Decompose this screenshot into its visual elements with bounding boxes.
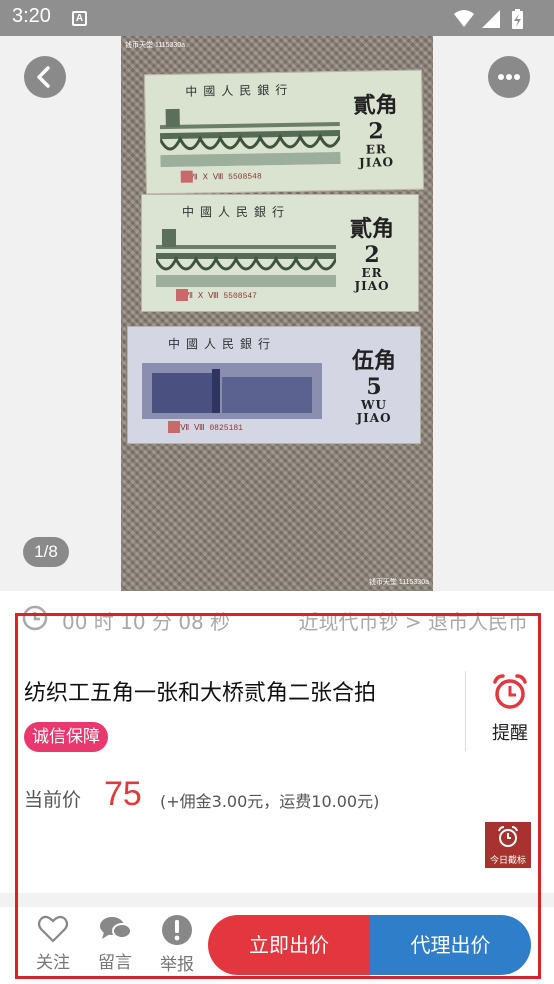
category-breadcrumb[interactable]: 近现代币钞 > 退市人民币 [299, 606, 528, 635]
price-row: 当前价 75 (+佣金3.00元，运费10.00元) [24, 775, 444, 817]
alarm-clock-icon [493, 674, 527, 709]
follow-button[interactable]: 关注 [26, 914, 80, 974]
bridge-illustration [156, 229, 336, 287]
vertical-divider [465, 671, 466, 751]
price-fees: (+佣金3.00元，运费10.00元) [160, 792, 380, 811]
heart-icon [37, 915, 69, 943]
trust-guarantee-badge[interactable]: 诚信保障 [24, 722, 108, 752]
chat-bubbles-icon [100, 917, 132, 939]
wifi-icon [454, 10, 474, 27]
textile-worker-illustration [142, 363, 322, 419]
status-time: 3:20 [12, 5, 51, 27]
follow-label: 关注 [36, 953, 70, 973]
countdown-row: 00 时 10 分 08 秒 近现代币钞 > 退市人民币 [22, 605, 534, 634]
remind-label: 提醒 [492, 723, 528, 744]
auction-info: 00 时 10 分 08 秒 近现代币钞 > 退市人民币 纺织工五角一张和大桥贰… [0, 591, 554, 907]
report-label: 举报 [160, 955, 194, 975]
signal-icon [482, 10, 500, 28]
more-button[interactable] [488, 56, 530, 98]
section-divider [0, 893, 554, 907]
countdown-timer: 00 时 10 分 08 秒 [62, 610, 231, 634]
back-button[interactable] [24, 56, 66, 98]
note-bank-name: 中國人民銀行 [168, 337, 277, 351]
seal-icon [180, 170, 193, 183]
auction-detail-page: 3:20 A 钱币天堂 1115330a 中國人民銀行 貳角 2 ER JIAO… [0, 0, 554, 984]
battery-charging-icon [512, 9, 523, 29]
chevron-left-icon [37, 66, 50, 88]
note-bank-name: 中國人民銀行 [185, 82, 294, 99]
bid-now-button[interactable]: 立即出价 [208, 915, 370, 975]
banknote-photo[interactable]: 钱币天堂 1115330a 中國人民銀行 貳角 2 ER JIAO Ⅶ Ⅹ Ⅷ … [121, 36, 433, 591]
current-price-label: 当前价 [24, 789, 82, 811]
banknote-er-jiao-1: 中國人民銀行 貳角 2 ER JIAO Ⅶ Ⅹ Ⅷ 5508548 [143, 69, 425, 195]
note-serial: Ⅶ Ⅹ Ⅷ 5508547 [184, 292, 257, 301]
today-deadline-label: 今日截标 [489, 856, 526, 866]
banknote-wu-jiao: 中國人民銀行 伍角 5 WU JIAO Ⅴ Ⅶ Ⅷ 0825181 [127, 326, 421, 444]
more-horizontal-icon [498, 74, 520, 80]
proxy-bid-button[interactable]: 代理出价 [370, 915, 531, 975]
seal-icon [176, 289, 188, 301]
a-indicator-icon: A [72, 11, 87, 26]
comment-label: 留言 [98, 953, 132, 973]
bottom-action-bar: 关注 留言 举报 立即出价 代理出价 [0, 907, 554, 984]
note-serial: Ⅴ Ⅶ Ⅷ 0825181 [170, 424, 243, 433]
photo-watermark: 钱币天堂 1115330a [125, 42, 186, 49]
exclamation-icon [162, 915, 192, 945]
today-deadline-badge[interactable]: 今日截标 [485, 822, 531, 868]
seal-icon [168, 421, 180, 433]
status-bar: 3:20 A [0, 0, 554, 36]
note-denomination: 貳角 2 ER JIAO [349, 216, 394, 293]
banknote-er-jiao-2: 中國人民銀行 貳角 2 ER JIAO Ⅶ Ⅹ Ⅷ 5508547 [141, 194, 419, 312]
note-denomination: 伍角 5 WU JIAO [351, 348, 396, 425]
clock-icon [22, 605, 48, 631]
report-button[interactable]: 举报 [150, 914, 204, 975]
bridge-illustration [159, 108, 341, 168]
note-serial: Ⅶ Ⅹ Ⅷ 5508548 [188, 172, 262, 183]
status-icons [454, 9, 523, 29]
current-price-value: 75 [104, 775, 142, 813]
photo-watermark-bottom: 钱币天堂 1115330a [368, 579, 429, 586]
item-title: 纺织工五角一张和大桥贰角二张合拍 [24, 681, 377, 706]
remind-button[interactable]: 提醒 [478, 671, 542, 747]
note-denomination: 貳角 2 ER JIAO [353, 92, 398, 170]
alarm-clock-icon [498, 826, 518, 847]
note-bank-name: 中國人民銀行 [182, 205, 291, 219]
photo-counter: 1/8 [23, 537, 69, 567]
photo-gallery[interactable]: 钱币天堂 1115330a 中國人民銀行 貳角 2 ER JIAO Ⅶ Ⅹ Ⅷ … [0, 36, 554, 591]
comment-button[interactable]: 留言 [88, 914, 142, 974]
